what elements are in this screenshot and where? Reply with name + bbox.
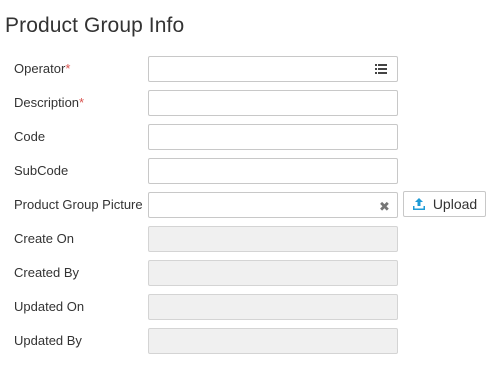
subcode-label: SubCode (14, 163, 69, 178)
subcode-row: SubCode (0, 158, 504, 184)
code-field[interactable] (148, 124, 398, 150)
picture-label: Product Group Picture (14, 197, 143, 212)
subcode-field[interactable] (148, 158, 398, 184)
picture-field[interactable] (148, 192, 398, 218)
code-row: Code (0, 124, 504, 150)
upload-label: Upload (432, 196, 478, 212)
updated-on-row: Updated On (0, 294, 504, 320)
updated-on-label: Updated On (14, 299, 85, 314)
required-marker: * (79, 95, 85, 110)
create-on-label: Create On (14, 231, 74, 246)
created-by-field (148, 260, 398, 286)
upload-icon (412, 197, 426, 211)
clear-icon[interactable]: ✖ (379, 200, 390, 214)
picture-row: Product Group Picture ✖ Upload (0, 191, 504, 218)
operator-label: Operator* (14, 61, 71, 76)
required-marker: * (65, 61, 71, 76)
create-on-row: Create On (0, 226, 504, 252)
upload-button[interactable]: Upload (403, 191, 486, 217)
description-row: Description* (0, 90, 504, 116)
list-icon[interactable] (375, 64, 387, 74)
operator-field[interactable] (148, 56, 398, 82)
updated-by-label: Updated By (14, 333, 82, 348)
code-label: Code (14, 129, 46, 144)
description-field[interactable] (148, 90, 398, 116)
updated-on-field (148, 294, 398, 320)
create-on-field (148, 226, 398, 252)
page-title: Product Group Info (5, 14, 185, 37)
created-by-label: Created By (14, 265, 80, 280)
description-label: Description* (14, 95, 85, 110)
updated-by-field (148, 328, 398, 354)
operator-row: Operator* (0, 56, 504, 82)
created-by-row: Created By (0, 260, 504, 286)
updated-by-row: Updated By (0, 328, 504, 354)
